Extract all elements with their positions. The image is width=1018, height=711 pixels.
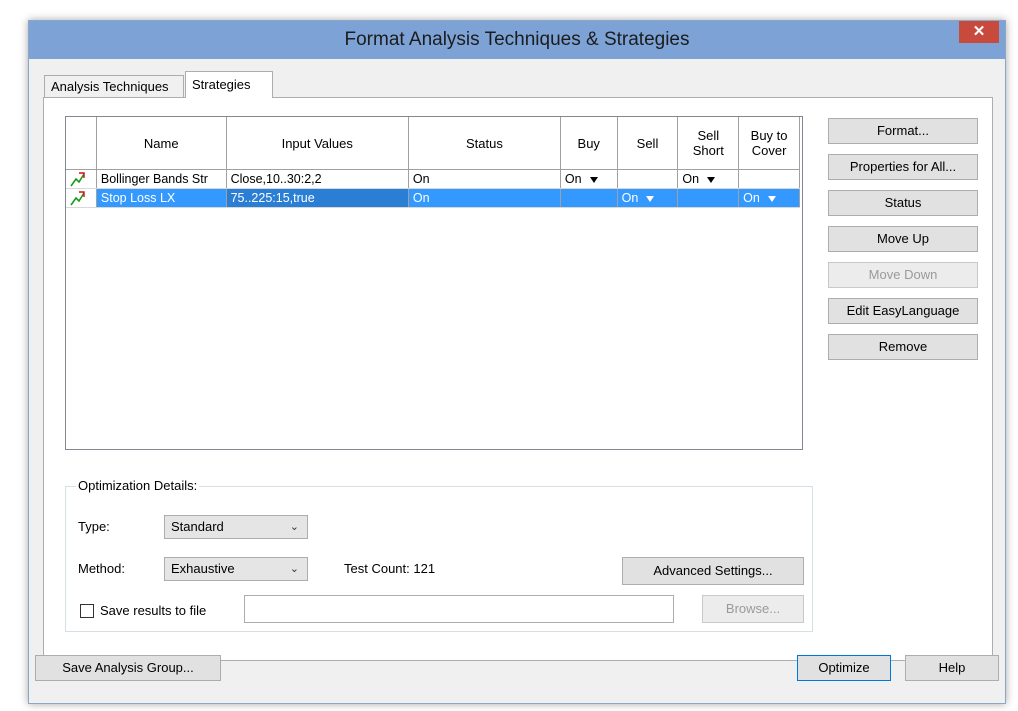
type-select[interactable]: Standard ⌄ [164,515,308,539]
row-input-values[interactable]: Close,10..30:2,2 [226,169,409,189]
dropdown-arrow-icon [646,195,655,202]
column-header-sell[interactable]: Sell [617,117,679,170]
dropdown-arrow-icon [767,195,776,202]
advanced-settings-button[interactable]: Advanced Settings... [622,557,804,585]
help-button[interactable]: Help [905,655,999,681]
chevron-down-icon: ⌄ [289,563,299,575]
row-sell-dropdown[interactable]: On [617,188,679,208]
column-header-icon [66,117,97,170]
format-dialog: Format Analysis Techniques & Strategies … [28,20,1006,704]
column-header-sell-short[interactable]: Sell Short [677,117,740,170]
title-bar[interactable]: Format Analysis Techniques & Strategies … [29,21,1005,59]
status-button[interactable]: Status [828,190,978,216]
method-select[interactable]: Exhaustive ⌄ [164,557,308,581]
column-header-input-values[interactable]: Input Values [226,117,409,170]
row-status[interactable]: On [408,169,561,189]
move-up-button[interactable]: Move Up [828,226,978,252]
properties-for-all-button[interactable]: Properties for All... [828,154,978,180]
strategies-panel: Name Input Values Status Buy Sell Sell S… [43,97,993,661]
column-header-status[interactable]: Status [408,117,561,170]
tab-analysis-techniques[interactable]: Analysis Techniques [44,75,184,97]
row-sell-short[interactable] [677,188,740,208]
row-buy-to-cover-dropdown[interactable]: On [738,188,800,208]
optimize-button[interactable]: Optimize [797,655,891,681]
optimization-details-legend: Optimization Details: [76,478,200,493]
row-status[interactable]: On [408,188,561,208]
optimization-details-group: Optimization Details: Type: Standard ⌄ M… [65,478,813,632]
test-count: Test Count: 121 [344,561,436,576]
row-buy-to-cover[interactable] [738,169,800,189]
close-button[interactable]: ✕ [959,21,999,43]
move-down-button[interactable]: Move Down [828,262,978,288]
row-input-values[interactable]: 75..225:15,true [226,188,409,208]
strategy-icon [70,172,85,187]
row-sell-short-dropdown[interactable]: On [677,169,740,189]
row-buy-dropdown[interactable]: On [560,169,618,189]
dropdown-arrow-icon [707,176,716,183]
type-select-value: Standard [171,519,224,534]
save-results-label: Save results to file [100,603,207,618]
tab-strategies[interactable]: Strategies [185,71,273,98]
dropdown-arrow-icon [589,176,598,183]
row-buy[interactable] [560,188,618,208]
column-header-name[interactable]: Name [96,117,227,170]
table-row[interactable]: Bollinger Bands Str Close,10..30:2,2 On … [66,169,800,189]
row-name[interactable]: Bollinger Bands Str [96,169,227,189]
row-sell-value: On [621,191,639,205]
browse-button[interactable]: Browse... [702,595,804,623]
row-sell-short-value: On [682,172,700,186]
chevron-down-icon: ⌄ [289,521,299,533]
column-header-buy[interactable]: Buy [560,117,618,170]
remove-button[interactable]: Remove [828,334,978,360]
save-results-checkbox[interactable] [80,604,94,618]
edit-easylanguage-button[interactable]: Edit EasyLanguage [828,298,978,324]
results-file-path-input[interactable] [244,595,674,623]
save-analysis-group-button[interactable]: Save Analysis Group... [35,655,221,681]
format-button[interactable]: Format... [828,118,978,144]
method-select-value: Exhaustive [171,561,235,576]
method-label: Method: [78,561,125,576]
row-buy-to-cover-value: On [743,191,760,205]
strategy-icon [70,191,85,206]
row-sell[interactable] [617,169,679,189]
row-buy-value: On [564,172,582,186]
table-row[interactable]: Stop Loss LX 75..225:15,true On On On [66,188,800,208]
row-name[interactable]: Stop Loss LX [96,188,227,208]
close-icon: ✕ [972,23,986,40]
column-header-buy-to-cover[interactable]: Buy to Cover [738,117,800,170]
window-title: Format Analysis Techniques & Strategies [344,29,690,50]
strategies-grid[interactable]: Name Input Values Status Buy Sell Sell S… [65,116,803,450]
type-label: Type: [78,519,110,534]
